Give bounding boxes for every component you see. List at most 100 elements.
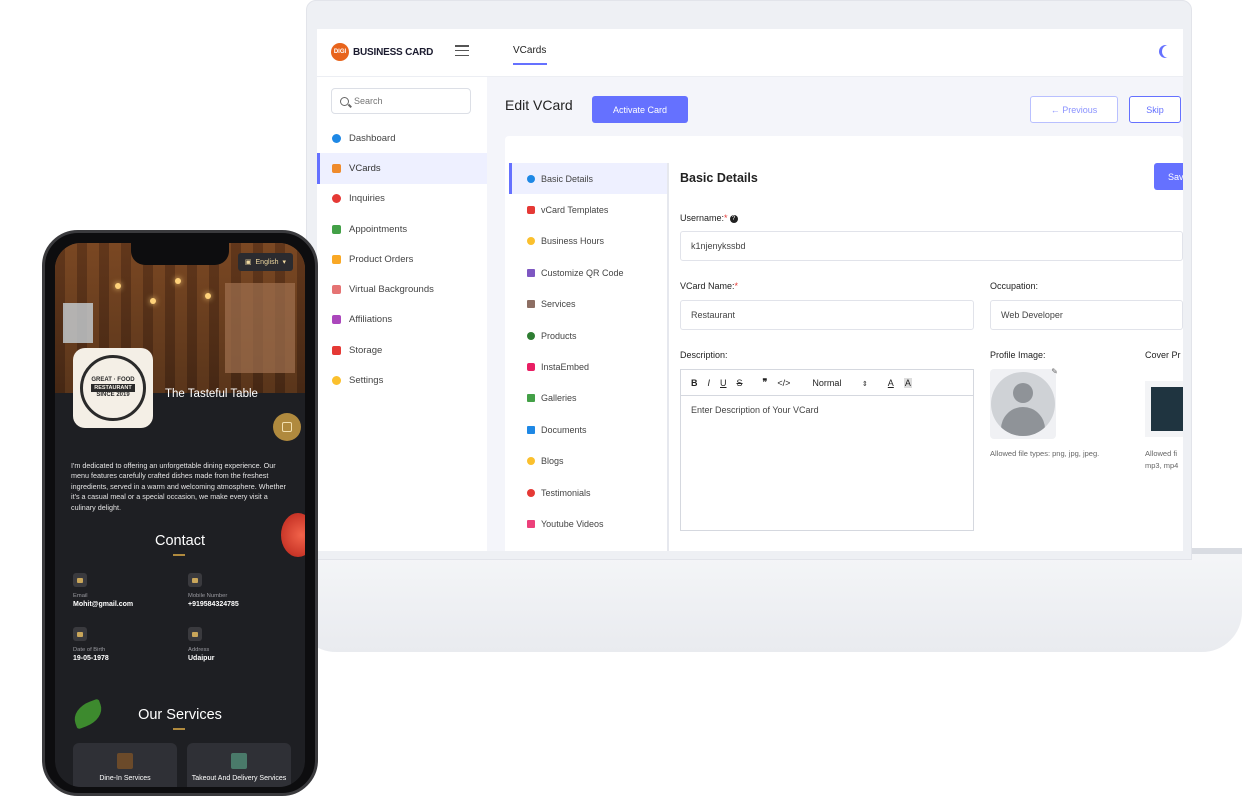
tab-vcards[interactable]: VCards bbox=[513, 45, 546, 56]
sidebar-search[interactable] bbox=[331, 88, 471, 114]
previous-button[interactable]: ← Previous bbox=[1030, 96, 1118, 123]
service-label: Takeout And Delivery Services bbox=[191, 775, 287, 782]
title-underline bbox=[173, 728, 185, 730]
contact-email[interactable]: Email Mohit@gmail.com bbox=[73, 573, 183, 608]
sidebar-item-storage[interactable]: Storage bbox=[317, 335, 487, 365]
help-icon[interactable]: ? bbox=[729, 214, 738, 223]
underline-icon[interactable]: U bbox=[720, 378, 727, 388]
contact-value: +919584324785 bbox=[188, 601, 239, 608]
editor-toolbar: B I U S ❞ </> Normal ⇕ A A bbox=[681, 370, 973, 396]
basic-details-form: Basic Details Save Username:*? k1njenyks… bbox=[680, 163, 1183, 551]
contact-title: Contact bbox=[155, 533, 205, 549]
vcard-name-field[interactable]: Restaurant bbox=[680, 300, 974, 330]
settings-icon bbox=[332, 376, 341, 386]
search-icon bbox=[340, 96, 349, 106]
language-selector[interactable]: ▣ English ▾ bbox=[237, 253, 293, 271]
profile-image-upload[interactable]: ✎ bbox=[990, 367, 1058, 439]
edit-pencil-icon[interactable]: ✎ bbox=[1051, 367, 1058, 376]
font-color-icon[interactable]: A bbox=[888, 378, 894, 388]
section-services[interactable]: Services bbox=[509, 289, 667, 320]
section-label: Documents bbox=[541, 424, 587, 435]
sidebar-item-label: Product Orders bbox=[349, 253, 414, 265]
search-input[interactable] bbox=[354, 96, 464, 106]
contact-address[interactable]: Address Udaipur bbox=[188, 627, 298, 662]
edit-panel: Basic Details vCard Templates Business H… bbox=[505, 136, 1183, 551]
contact-mobile[interactable]: Mobile Number +919584324785 bbox=[188, 573, 298, 608]
background-color-icon[interactable]: A bbox=[903, 377, 912, 388]
section-blogs[interactable]: Blogs bbox=[509, 446, 667, 477]
top-bar: DIGI BUSINESS CARD VCards bbox=[317, 29, 1183, 77]
contact-value: Udaipur bbox=[188, 655, 215, 662]
occupation-field[interactable]: Web Developer bbox=[990, 300, 1183, 330]
save-button[interactable]: Save bbox=[1154, 163, 1183, 190]
quote-icon[interactable]: ❞ bbox=[763, 377, 768, 388]
calendar-icon bbox=[332, 224, 341, 234]
laptop-base bbox=[296, 548, 1242, 652]
qr-code-button[interactable] bbox=[273, 413, 301, 441]
bold-icon[interactable]: B bbox=[691, 378, 698, 388]
section-label: Customize QR Code bbox=[541, 267, 624, 278]
sidebar-item-product-orders[interactable]: Product Orders bbox=[317, 244, 487, 274]
sidebar-item-appointments[interactable]: Appointments bbox=[317, 214, 487, 244]
sidebar-item-virtual-backgrounds[interactable]: Virtual Backgrounds bbox=[317, 274, 487, 304]
sidebar-item-inquiries[interactable]: Inquiries bbox=[317, 184, 487, 214]
sidebar-nav: Dashboard VCards Inquiries Appointments … bbox=[317, 123, 487, 396]
profile-image-label: Profile Image: bbox=[990, 350, 1046, 360]
laptop-screen: DIGI BUSINESS CARD VCards Dashboard VCar… bbox=[317, 29, 1183, 551]
title-underline bbox=[173, 554, 185, 556]
vcard-name-label: VCard Name:* bbox=[680, 281, 739, 291]
cake-icon bbox=[73, 627, 87, 641]
vcard-icon bbox=[332, 163, 341, 173]
section-label: Testimonials bbox=[541, 487, 591, 498]
section-basic-details[interactable]: Basic Details bbox=[509, 163, 667, 195]
logo-badge: DIGI bbox=[331, 43, 349, 61]
username-field[interactable]: k1njenykssbd bbox=[680, 231, 1183, 261]
section-instaembed[interactable]: InstaEmbed bbox=[509, 351, 667, 382]
text-style-select[interactable]: Normal ⇕ bbox=[812, 378, 867, 388]
section-documents[interactable]: Documents bbox=[509, 414, 667, 445]
background-icon bbox=[332, 285, 341, 295]
cover-image-preview[interactable] bbox=[1145, 381, 1183, 437]
sidebar-item-affiliations[interactable]: Affiliations bbox=[317, 305, 487, 335]
code-icon[interactable]: </> bbox=[777, 378, 790, 388]
contact-label: Email bbox=[73, 593, 88, 599]
occupation-label: Occupation: bbox=[990, 281, 1039, 291]
hamburger-menu-icon[interactable] bbox=[455, 45, 469, 56]
sidebar-item-settings[interactable]: Settings bbox=[317, 365, 487, 395]
section-label: Galleries bbox=[541, 393, 577, 404]
phone-screen: ▣ English ▾ GREAT · FOOD RESTAURANT SINC… bbox=[55, 243, 305, 787]
description-editor-body[interactable]: Enter Description of Your VCard bbox=[681, 396, 973, 424]
service-card[interactable]: Takeout And Delivery Services bbox=[187, 743, 291, 787]
activate-card-button[interactable]: Activate Card bbox=[592, 96, 688, 123]
chevron-down-icon: ▾ bbox=[282, 259, 286, 266]
sidebar-item-label: Settings bbox=[349, 375, 384, 387]
page-title: Edit VCard bbox=[505, 97, 573, 113]
form-title: Basic Details bbox=[680, 171, 758, 185]
skip-button[interactable]: Skip bbox=[1129, 96, 1181, 123]
description-editor[interactable]: B I U S ❞ </> Normal ⇕ A A Enter Descrip… bbox=[680, 369, 974, 531]
section-galleries[interactable]: Galleries bbox=[509, 383, 667, 414]
contact-label: Mobile Number bbox=[188, 593, 228, 599]
section-youtube-videos[interactable]: Youtube Videos bbox=[509, 508, 667, 539]
sidebar-item-dashboard[interactable]: Dashboard bbox=[317, 123, 487, 153]
contact-label: Address bbox=[188, 647, 210, 653]
sidebar-item-vcards[interactable]: VCards bbox=[317, 153, 487, 184]
service-card[interactable]: Dine-In Services bbox=[73, 743, 177, 787]
strikethrough-icon[interactable]: S bbox=[737, 378, 743, 388]
section-vcard-templates[interactable]: vCard Templates bbox=[509, 194, 667, 225]
sidebar-item-label: Virtual Backgrounds bbox=[349, 284, 434, 296]
section-label: Business Hours bbox=[541, 236, 605, 247]
phone-notch bbox=[131, 243, 229, 265]
section-customize-qr-code[interactable]: Customize QR Code bbox=[509, 257, 667, 288]
section-products[interactable]: Products bbox=[509, 320, 667, 351]
dining-icon bbox=[117, 753, 133, 769]
dark-mode-moon-icon[interactable] bbox=[1162, 45, 1175, 58]
qr-icon bbox=[282, 422, 292, 432]
about-text: I'm dedicated to offering an unforgettab… bbox=[71, 461, 286, 512]
section-testimonials[interactable]: Testimonials bbox=[509, 477, 667, 508]
business-name: The Tasteful Table bbox=[165, 388, 258, 400]
section-business-hours[interactable]: Business Hours bbox=[509, 226, 667, 257]
language-value: English bbox=[255, 258, 279, 266]
app-logo[interactable]: DIGI BUSINESS CARD bbox=[331, 43, 433, 61]
italic-icon[interactable]: I bbox=[708, 378, 711, 388]
